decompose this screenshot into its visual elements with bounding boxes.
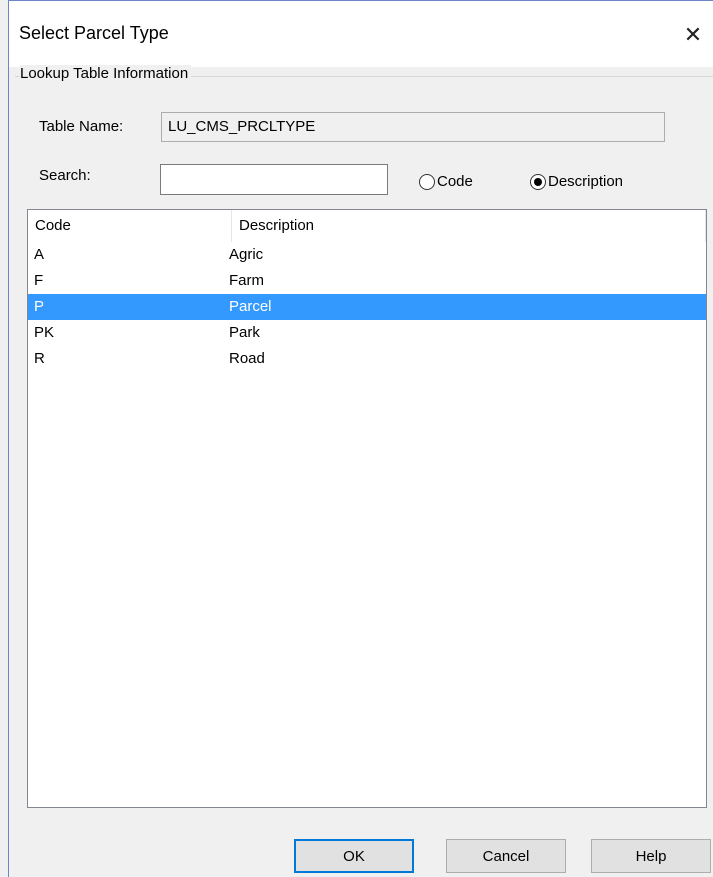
table-name-label: Table Name: (39, 118, 124, 135)
radio-description-label: Description (548, 173, 624, 190)
radio-description[interactable]: Description (530, 173, 623, 190)
list-row-agric[interactable]: A Agric (28, 242, 706, 268)
row-code: R (34, 350, 45, 367)
dialog-window: Select Parcel Type ✕ Lookup Table Inform… (8, 0, 713, 877)
list-row-parcel[interactable]: P Parcel (28, 294, 706, 320)
row-code: F (34, 272, 44, 289)
radio-code-circle[interactable] (419, 173, 435, 190)
list-row-park[interactable]: PK Park (28, 320, 706, 346)
dialog-title: Select Parcel Type (19, 23, 169, 43)
row-description: Farm (229, 272, 264, 289)
radio-code-label: Code (437, 173, 473, 190)
list-header: Code Description (28, 210, 706, 242)
table-name-field: LU_CMS_PRCLTYPE (161, 112, 665, 142)
row-code: P (34, 298, 45, 315)
groupbox-legend: Lookup Table Information (20, 65, 192, 82)
search-input[interactable] (160, 164, 388, 195)
column-header-code[interactable]: Code (28, 210, 232, 242)
radio-description-circle[interactable] (530, 173, 546, 190)
column-header-description[interactable]: Description (232, 210, 706, 242)
ok-button[interactable]: OK (294, 839, 414, 873)
row-code: A (34, 246, 45, 263)
list-row-farm[interactable]: F Farm (28, 268, 706, 294)
row-description: Road (229, 350, 265, 367)
list-row-road[interactable]: R Road (28, 346, 706, 372)
help-button[interactable]: Help (591, 839, 711, 873)
row-description: Agric (229, 246, 264, 263)
title-bar: Select Parcel Type ✕ (9, 1, 713, 67)
row-description: Parcel (229, 298, 272, 315)
row-description: Park (229, 324, 260, 341)
radio-code[interactable]: Code (419, 173, 473, 190)
cancel-button[interactable]: Cancel (446, 839, 566, 873)
row-code: PK (34, 324, 55, 341)
search-label: Search: (39, 167, 91, 184)
lookup-list[interactable]: Code Description A Agric F Farm P Parcel… (27, 209, 707, 808)
close-icon[interactable]: ✕ (673, 15, 713, 55)
